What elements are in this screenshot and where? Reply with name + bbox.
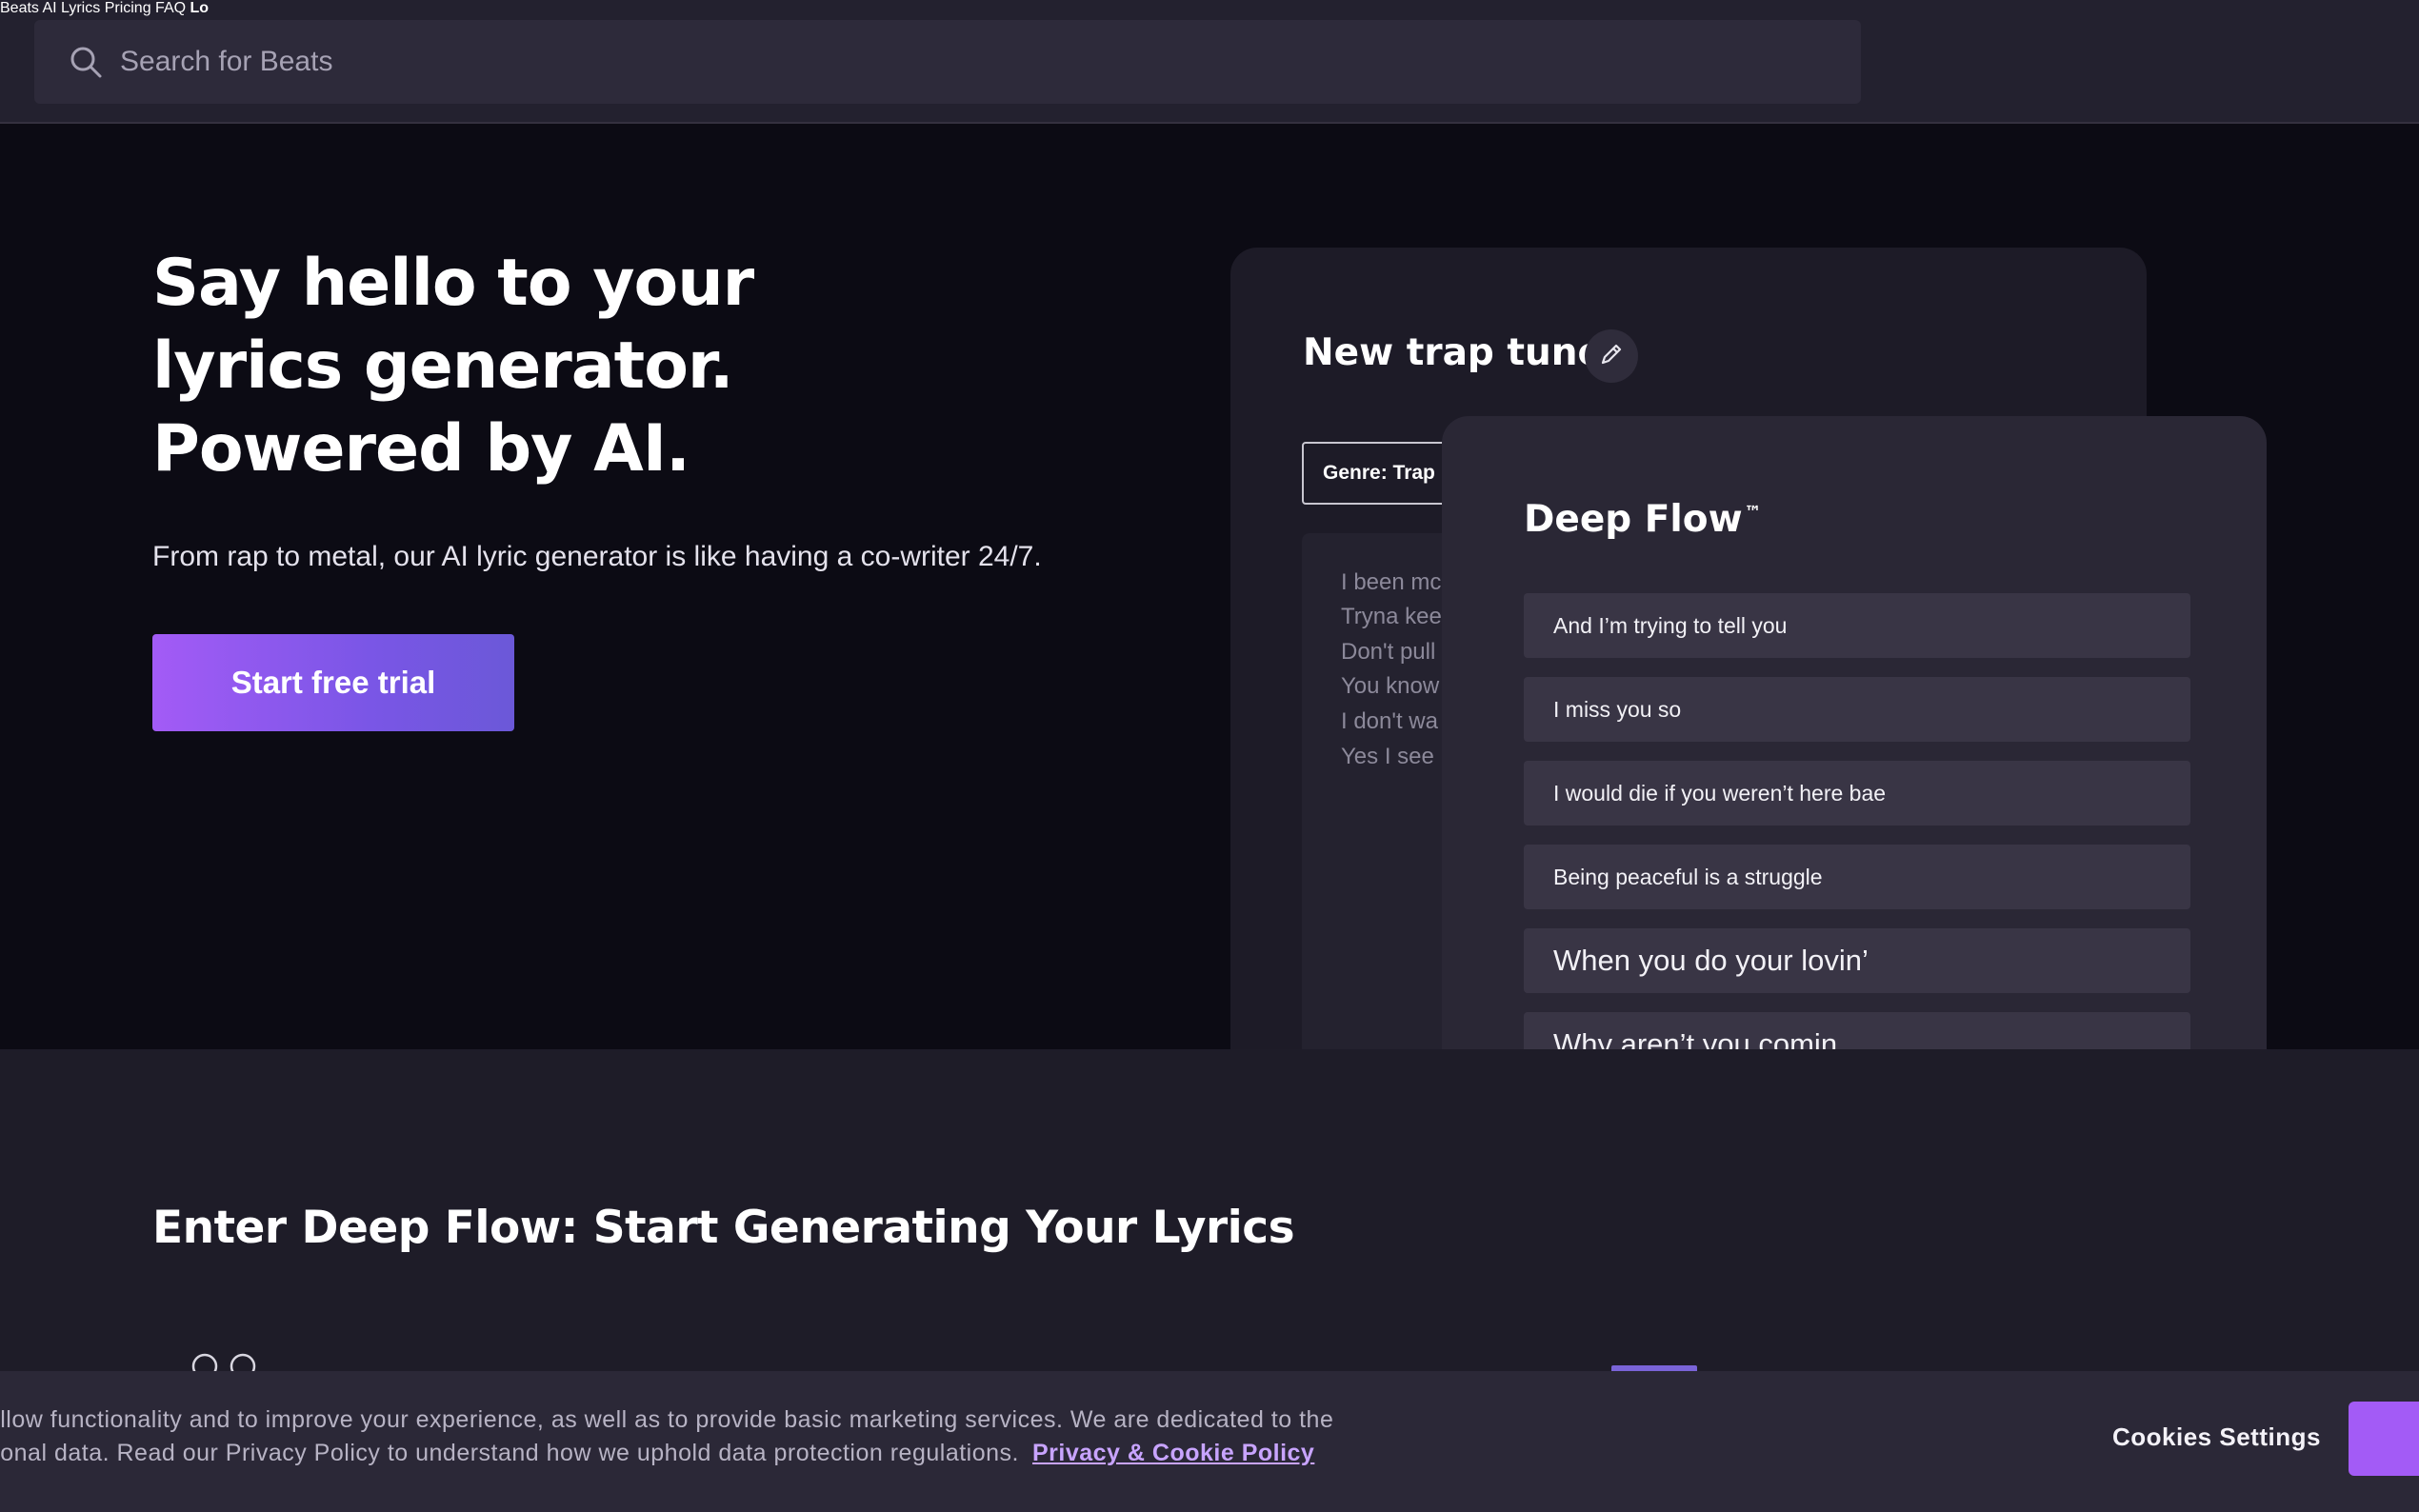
trademark-symbol: ™ — [1744, 503, 1762, 523]
lyric-suggestion[interactable]: Being peaceful is a struggle — [1524, 845, 2190, 909]
deep-flow-title-text: Deep Flow — [1524, 498, 1743, 541]
hero-headline: Say hello to your lyrics generator. Powe… — [152, 242, 914, 490]
hero-headline-line: lyrics generator. — [152, 328, 734, 404]
lyric-suggestion[interactable]: And I’m trying to tell you — [1524, 593, 2190, 658]
lyric-suggestion[interactable]: Why aren’t you comin — [1524, 1012, 2190, 1049]
edit-title-button[interactable] — [1585, 329, 1638, 383]
hero-headline-line: Say hello to your — [152, 246, 754, 321]
cookie-message-line: ersonal data. Read our Privacy Policy to… — [0, 1437, 1394, 1470]
hero-subtitle: From rap to metal, our AI lyric generato… — [152, 541, 1042, 572]
hero-section: Say hello to your lyrics generator. Powe… — [0, 126, 2419, 1049]
deep-flow-card: Deep Flow ™ And I’m trying to tell you I … — [1442, 416, 2267, 1049]
nav-link-ai-lyrics[interactable]: AI Lyrics — [42, 0, 100, 16]
lyric-line: I been mc — [1341, 569, 1442, 595]
lyric-line: You know — [1341, 673, 1440, 699]
song-title: New trap tune — [1303, 331, 1604, 374]
deep-flow-title: Deep Flow ™ — [1524, 498, 1762, 541]
cookies-settings-button[interactable]: Cookies Settings — [2112, 1422, 2321, 1452]
search-bar[interactable]: Search for Beats — [34, 20, 1861, 104]
nav-link-pricing[interactable]: Pricing — [105, 0, 151, 16]
lyric-line: Don't pull — [1341, 639, 1436, 665]
lyric-suggestion[interactable]: I miss you so — [1524, 677, 2190, 742]
pencil-icon — [1598, 341, 1625, 372]
lyric-line: I don't wa — [1341, 708, 1438, 734]
search-input[interactable]: Search for Beats — [120, 20, 332, 104]
start-free-trial-button[interactable]: Start free trial — [152, 634, 514, 731]
nav-link-login[interactable]: Lo — [190, 0, 210, 16]
lyric-suggestion[interactable]: When you do your lovin’ — [1524, 928, 2190, 993]
cookie-banner: o allow functionality and to improve you… — [0, 1371, 2419, 1512]
nav-link-beats[interactable]: Beats — [0, 0, 39, 16]
hero-headline-line: Powered by AI. — [152, 411, 690, 487]
lyric-line: Tryna kee — [1341, 604, 1442, 629]
cookie-message-text: ersonal data. Read our Privacy Policy to… — [0, 1440, 1019, 1466]
nav-link-faq[interactable]: FAQ — [155, 0, 186, 16]
top-navigation: Search for Beats Beats AI Lyrics Pricing… — [0, 0, 2419, 124]
lyric-suggestion[interactable]: I would die if you weren’t here bae — [1524, 761, 2190, 826]
privacy-policy-link[interactable]: Privacy & Cookie Policy — [1032, 1440, 1314, 1466]
section-heading: Enter Deep Flow: Start Generating Your L… — [152, 1202, 1295, 1254]
accept-cookies-button[interactable] — [2349, 1402, 2419, 1476]
cookie-message: o allow functionality and to improve you… — [0, 1403, 1394, 1470]
lyric-line: Yes I see — [1341, 744, 1434, 769]
cookie-message-line: o allow functionality and to improve you… — [0, 1406, 1334, 1433]
search-icon — [69, 45, 103, 79]
